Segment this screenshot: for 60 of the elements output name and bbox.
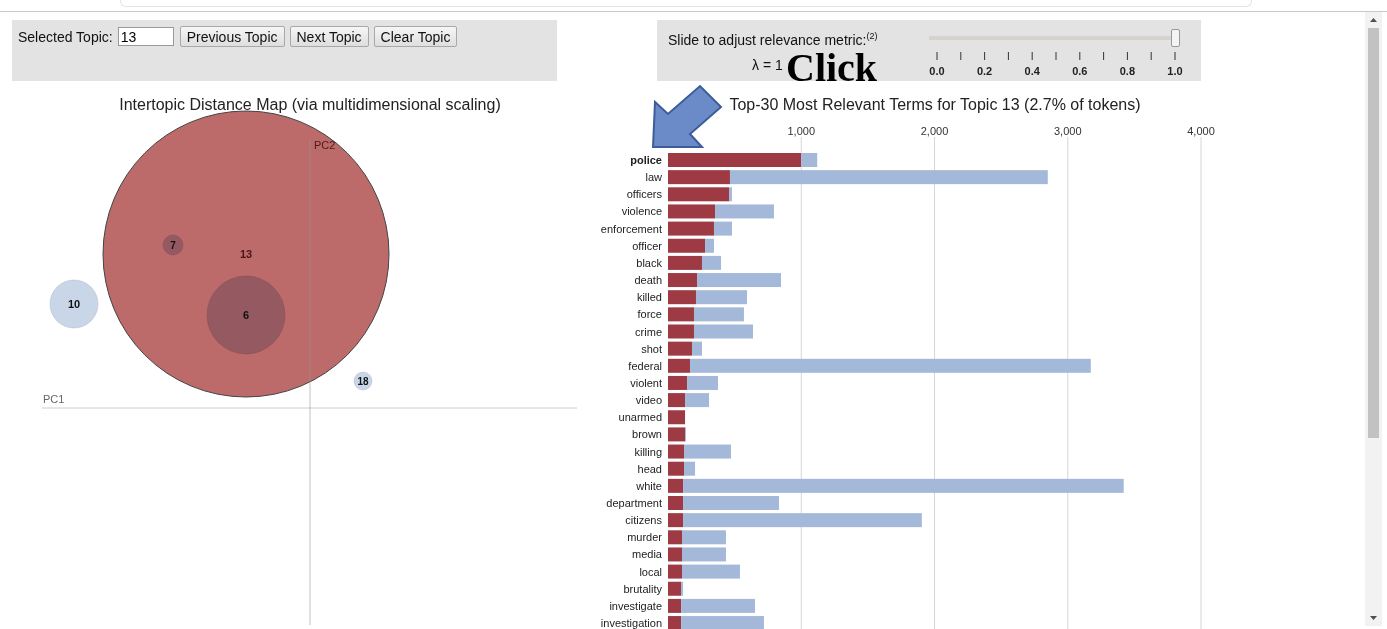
pc2-label: PC2 [314,139,336,151]
click-annotation: Click [786,48,878,88]
topic-input[interactable]: 13 [117,27,174,46]
topic-nav-button[interactable]: Previous Topic [179,26,285,47]
relevance-label: Slide to adjust relevance metric:$^{(2)}$ [668,31,878,48]
term-label[interactable]: department [606,497,662,509]
term-label[interactable]: law [645,171,662,184]
term-label[interactable]: killed [636,291,662,304]
term-label[interactable]: violence [621,205,662,218]
selected-topic-label: Selected Topic: [18,28,113,45]
term-label[interactable]: enforcement [600,222,662,235]
term-label[interactable]: video [635,394,662,407]
pc1-label: PC1 [43,393,65,405]
term-label[interactable]: investigate [609,599,662,612]
topic-number: 13 [239,247,253,260]
topic-nav-button[interactable]: Clear Topic [373,26,458,47]
scrollbar-thumb[interactable] [1368,28,1379,438]
term-label[interactable]: officers [626,188,662,201]
slider-thumb[interactable] [1171,29,1180,47]
term-label[interactable]: citizens [625,514,662,527]
lambda-value: λ = 1 [752,57,783,73]
term-label[interactable]: federal [628,359,662,372]
axis-tick-label: 1,000 [787,125,815,137]
axis-tick-label: 4,000 [1187,125,1215,137]
term-label[interactable]: brutality [623,582,662,595]
slider-tick-label: 1.0 [1167,65,1183,77]
scroll-up-icon[interactable] [1370,18,1377,22]
axis-tick-label: 2,000 [920,125,949,137]
term-label[interactable]: killing [634,445,662,458]
term-label[interactable]: unarmed [618,411,662,424]
term-label[interactable]: crime [635,325,662,338]
slider-tick-label: 0.6 [1072,65,1088,77]
term-label[interactable]: head [637,462,662,475]
term-label[interactable]: brown [632,428,662,441]
term-label[interactable]: death [634,274,662,287]
arrow-drawing [651,84,723,148]
slider-tick-label: 0.4 [1024,65,1040,77]
term-label[interactable]: force [637,308,662,321]
term-label[interactable]: officer [632,239,662,252]
term-label[interactable]: shot [641,342,662,355]
topic-number: 6 [242,308,250,321]
term-label[interactable]: local [639,565,662,578]
term-label[interactable]: black [636,256,662,269]
axis-tick-label: 3,000 [1054,125,1082,137]
term-label[interactable]: white [636,479,662,492]
term-label[interactable]: violent [630,376,662,389]
scroll-down-icon[interactable] [1370,616,1377,620]
term-label[interactable]: police [630,154,662,166]
slider-tick-label: 0.8 [1119,65,1136,77]
topic-number: 18 [357,375,369,387]
term-label[interactable]: murder [627,531,662,544]
map-title: Intertopic Distance Map (via multidimensional scaling) [119,96,501,113]
slider-tick-label: 0.0 [929,65,945,77]
topic-number: 7 [170,239,176,251]
chart-title: Top-30 Most Relevant Terms for Topic 13 (2.7% of tokens) [729,96,1141,113]
topic-nav-button[interactable]: Next Topic [289,26,369,47]
topic-number: 10 [67,297,81,310]
slider-tick-label: 0.2 [976,65,993,77]
term-label[interactable]: media [632,548,662,561]
term-label[interactable]: investigation [600,617,662,629]
